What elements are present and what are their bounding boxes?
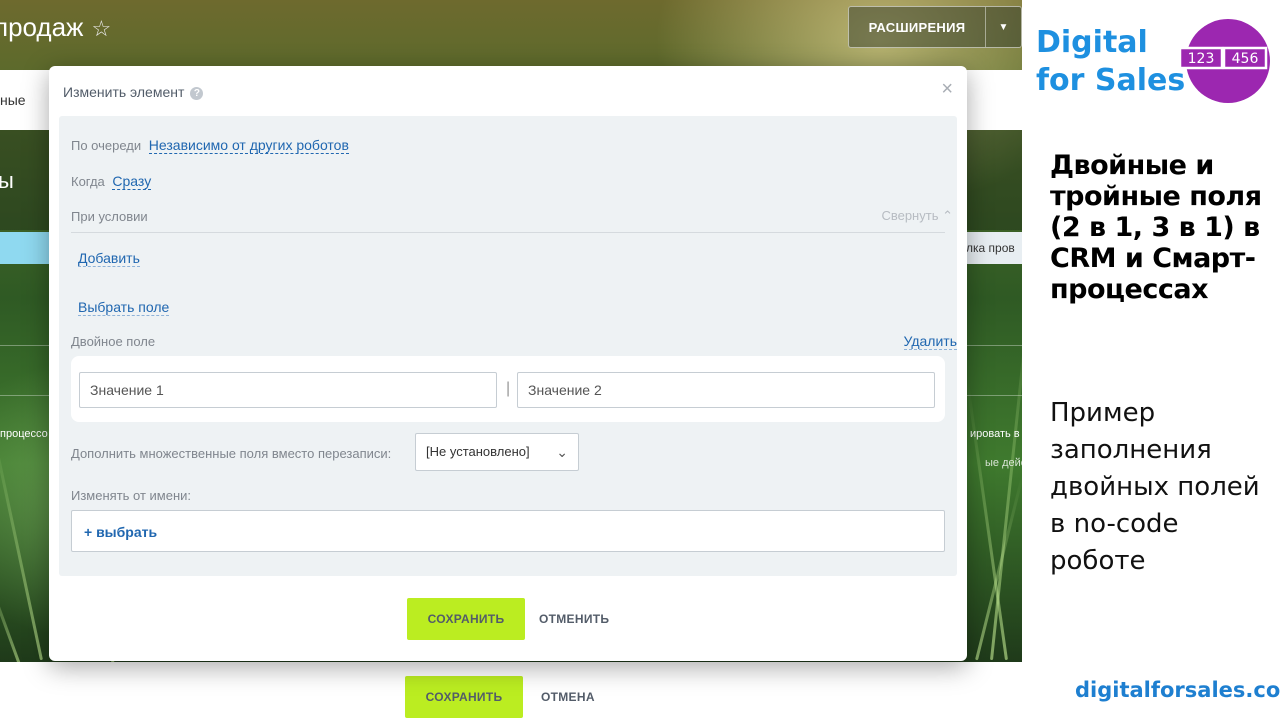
choose-field-link[interactable]: Выбрать поле <box>78 299 170 316</box>
multiple-fields-label: Дополнить множественные поля вместо пере… <box>71 446 392 461</box>
page-save-button[interactable]: СОХРАНИТЬ <box>405 676 523 718</box>
page-cancel-button[interactable]: ОТМЕНА <box>541 690 595 704</box>
background-right-text: ировать в <box>970 428 1020 440</box>
brand-logo: 123 456 <box>1178 19 1270 103</box>
dialog-save-button[interactable]: СОХРАНИТЬ <box>407 598 525 640</box>
queue-value-link[interactable]: Независимо от других роботов <box>148 137 349 154</box>
when-value-link[interactable]: Сразу <box>112 173 152 190</box>
collapse-link[interactable]: Свернуть ⌃ <box>881 208 953 224</box>
dialog-cancel-button[interactable]: ОТМЕНИТЬ <box>539 612 609 626</box>
page-title: продаж ☆ <box>0 12 112 42</box>
close-icon[interactable]: × <box>941 78 953 101</box>
multiple-fields-value: [Не установлено] <box>426 444 530 459</box>
when-row: Когда Сразу <box>71 173 152 190</box>
background-right-text-2: ые дейс <box>985 457 1022 469</box>
value-1-input[interactable]: Значение 1 <box>79 372 497 408</box>
help-icon[interactable]: ? <box>190 87 204 100</box>
extensions-button[interactable]: РАСШИРЕНИЯ ▼ <box>848 6 1022 48</box>
queue-row: По очереди Независимо от других роботов <box>71 137 349 154</box>
user-selector-field[interactable]: + выбрать <box>71 510 945 552</box>
svg-text:123: 123 <box>1188 51 1215 67</box>
value-2-input[interactable]: Значение 2 <box>517 372 935 408</box>
double-field-box: Значение 1 | Значение 2 <box>71 356 945 422</box>
condition-label: При условии <box>71 209 148 224</box>
value-separator: | <box>506 380 511 397</box>
background-tab[interactable]: ные <box>0 92 26 108</box>
queue-label: По очереди <box>71 138 142 153</box>
brand-name: Digital for Sales <box>1036 25 1186 98</box>
star-outline-icon[interactable]: ☆ <box>91 16 111 41</box>
condition-divider <box>71 232 945 233</box>
multiple-fields-select[interactable]: [Не установлено] ⌄ <box>415 433 579 471</box>
delete-field-link[interactable]: Удалить <box>903 333 957 350</box>
double-field-label: Двойное поле <box>71 334 156 349</box>
promo-subheading: Пример заполнения двойных полей в no-cod… <box>1050 398 1260 576</box>
add-condition-link[interactable]: Добавить <box>78 250 140 267</box>
chevron-down-icon[interactable]: ▼ <box>985 7 1021 47</box>
promo-heading: Двойные и тройные поля (2 в 1, 3 в 1) в … <box>1050 150 1262 305</box>
when-label: Когда <box>71 174 105 189</box>
dialog-body: По очереди Независимо от других роботов … <box>59 116 957 576</box>
change-from-label: Изменять от имени: <box>71 488 192 503</box>
extensions-label: РАСШИРЕНИЯ <box>868 19 966 35</box>
chevron-up-icon: ⌃ <box>942 208 953 223</box>
site-url-link[interactable]: digitalforsales.com <box>1075 678 1280 702</box>
svg-text:456: 456 <box>1232 51 1259 67</box>
promo-panel: Digital for Sales 123 456 Двойные и трой… <box>1022 0 1280 720</box>
select-user-link[interactable]: + выбрать <box>84 524 157 540</box>
edit-element-dialog: Изменить элемент? × По очереди Независим… <box>49 66 967 661</box>
chevron-down-icon: ⌄ <box>556 444 568 460</box>
background-band-title: ы <box>0 168 14 193</box>
background-right-bar: лка пров <box>960 232 1022 264</box>
background-left-text: процессо <box>0 428 48 440</box>
dialog-title: Изменить элемент? <box>63 84 204 100</box>
